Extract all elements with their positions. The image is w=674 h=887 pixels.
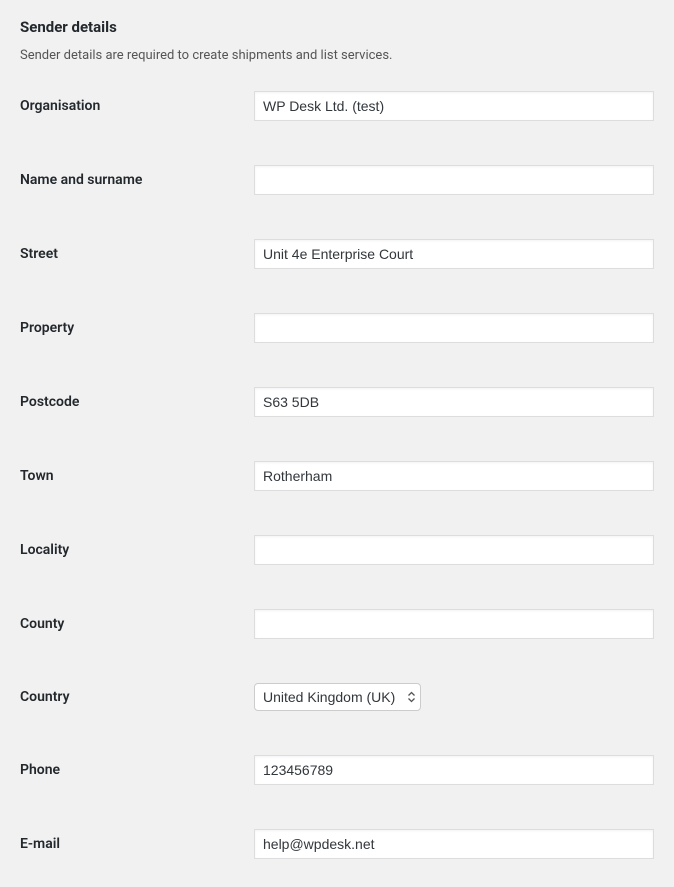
row-postcode: Postcode	[20, 387, 654, 417]
input-email[interactable]	[254, 829, 654, 859]
input-locality[interactable]	[254, 535, 654, 565]
input-phone[interactable]	[254, 755, 654, 785]
row-email: E-mail	[20, 829, 654, 859]
form-table: Organisation Name and surname Street Pro…	[20, 91, 654, 859]
row-property: Property	[20, 313, 654, 343]
input-county[interactable]	[254, 609, 654, 639]
input-name-surname[interactable]	[254, 165, 654, 195]
label-locality: Locality	[20, 542, 254, 558]
section-title: Sender details	[20, 18, 654, 36]
row-town: Town	[20, 461, 654, 491]
label-name-surname: Name and surname	[20, 172, 254, 188]
row-phone: Phone	[20, 755, 654, 785]
label-country: Country	[20, 689, 254, 705]
select-wrap-country: United Kingdom (UK)	[254, 683, 421, 711]
row-locality: Locality	[20, 535, 654, 565]
input-street[interactable]	[254, 239, 654, 269]
select-country[interactable]: United Kingdom (UK)	[254, 683, 421, 711]
input-property[interactable]	[254, 313, 654, 343]
label-postcode: Postcode	[20, 394, 254, 410]
label-town: Town	[20, 468, 254, 484]
sender-details-section: Sender details Sender details are requir…	[20, 18, 654, 859]
row-organisation: Organisation	[20, 91, 654, 121]
row-street: Street	[20, 239, 654, 269]
input-postcode[interactable]	[254, 387, 654, 417]
label-phone: Phone	[20, 762, 254, 778]
label-street: Street	[20, 246, 254, 262]
label-organisation: Organisation	[20, 98, 254, 114]
row-country: Country United Kingdom (UK)	[20, 683, 654, 711]
label-email: E-mail	[20, 836, 254, 852]
input-organisation[interactable]	[254, 91, 654, 121]
input-town[interactable]	[254, 461, 654, 491]
row-name-surname: Name and surname	[20, 165, 654, 195]
label-county: County	[20, 616, 254, 632]
row-county: County	[20, 609, 654, 639]
label-property: Property	[20, 320, 254, 336]
section-description: Sender details are required to create sh…	[20, 48, 654, 63]
